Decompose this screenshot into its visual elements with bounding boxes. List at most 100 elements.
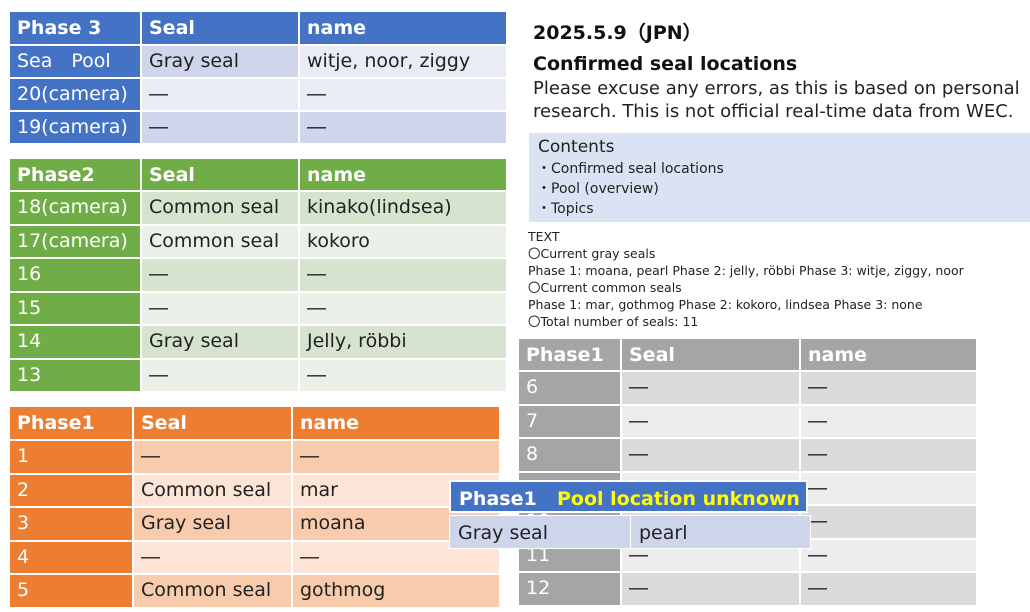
- name-cell: ―: [801, 405, 976, 437]
- location-cell: 3: [10, 508, 132, 540]
- phase2-table: Phase2 Seal name 18(camera) Common seal …: [8, 157, 508, 393]
- text-line: Phase 1: mar, gothmog Phase 2: kokoro, l…: [528, 297, 923, 312]
- name-cell: ―: [300, 112, 506, 143]
- date-heading: 2025.5.9（JPN）: [533, 22, 702, 44]
- contents-title: Contents: [538, 137, 615, 157]
- location-cell: 16: [10, 259, 140, 291]
- table-row: 3 Gray seal moana: [10, 508, 499, 540]
- seal-cell: Common seal: [134, 575, 291, 607]
- table-row: 8 ― ―: [519, 439, 976, 471]
- column-header: Seal: [142, 12, 298, 44]
- name-cell: ―: [801, 506, 976, 538]
- seal-cell: ―: [142, 112, 298, 143]
- popup-name: pearl: [639, 522, 688, 544]
- seal-cell: ―: [134, 441, 291, 473]
- table-row: 5 Common seal gothmog: [10, 575, 499, 607]
- seal-cell: Common seal: [142, 192, 298, 224]
- phase1-table: Phase1 Seal name 1 ― ― 2 Common seal mar…: [8, 405, 501, 609]
- popup-title: Pool location unknown: [557, 488, 800, 510]
- text-line: 〇Current gray seals: [528, 246, 656, 261]
- table-row: 17(camera) Common seal kokoro: [10, 225, 506, 257]
- text-line: 〇Current common seals: [528, 280, 682, 295]
- text-label: TEXT: [528, 229, 560, 244]
- name-cell: ―: [801, 439, 976, 471]
- seal-cell: ―: [142, 359, 298, 391]
- name-cell: Jelly, röbbi: [300, 326, 506, 358]
- table-row: 13 ― ―: [10, 359, 506, 391]
- name-cell: ―: [300, 292, 506, 324]
- location-cell: 13: [10, 359, 140, 391]
- name-cell: ―: [300, 79, 506, 110]
- seal-cell: Common seal: [142, 225, 298, 257]
- seal-cell: ―: [622, 405, 799, 437]
- text-line: Phase 1: moana, pearl Phase 2: jelly, rö…: [528, 263, 964, 278]
- column-header: Phase1: [10, 407, 132, 439]
- seal-cell: ―: [622, 439, 799, 471]
- column-header: Seal: [622, 339, 799, 370]
- location-cell: 1: [10, 441, 132, 473]
- contents-item: Confirmed seal locations: [537, 159, 724, 179]
- name-cell: kinako(lindsea): [300, 192, 506, 224]
- column-header: Phase2: [10, 159, 140, 190]
- column-header: Phase 3: [10, 12, 140, 44]
- table-row: 16 ― ―: [10, 259, 506, 291]
- seal-cell: ―: [142, 79, 298, 110]
- name-cell: witje, noor, ziggy: [300, 46, 506, 77]
- location-cell: 6: [519, 372, 620, 404]
- table-row: 2 Common seal mar: [10, 474, 499, 506]
- name-cell: ―: [300, 359, 506, 391]
- name-cell: kokoro: [300, 225, 506, 257]
- location-cell: 4: [10, 541, 132, 573]
- table-row: 12 ― ―: [519, 573, 976, 605]
- table-header-row: Phase2 Seal name: [10, 159, 506, 190]
- name-cell: ―: [293, 441, 499, 473]
- location-cell: 18(camera): [10, 192, 140, 224]
- location-cell: 7: [519, 405, 620, 437]
- location-cell: 2: [10, 474, 132, 506]
- text-line: 〇Total number of seals: 11: [528, 314, 699, 329]
- seal-cell: ―: [142, 259, 298, 291]
- column-header: Seal: [142, 159, 298, 190]
- disclaimer-note: Please excuse any errors, as this is bas…: [533, 78, 1020, 122]
- seal-cell: Gray seal: [142, 326, 298, 358]
- name-cell: ―: [801, 472, 976, 504]
- contents-box: Contents Confirmed seal locations Pool (…: [529, 133, 1030, 222]
- table-row: 20(camera) ― ―: [10, 79, 506, 110]
- name-cell: ―: [801, 372, 976, 404]
- table-row: Sea Pool Gray seal witje, noor, ziggy: [10, 46, 506, 77]
- popup-phase-label: Phase1: [459, 488, 537, 510]
- seal-cell: Gray seal: [134, 508, 291, 540]
- table-header-row: Phase1 Seal name: [10, 407, 499, 439]
- location-cell: 5: [10, 575, 132, 607]
- contents-item: Topics: [537, 199, 724, 219]
- seal-cell: Gray seal: [142, 46, 298, 77]
- text-block: TEXT 〇Current gray seals Phase 1: moana,…: [528, 228, 964, 330]
- location-cell: 19(camera): [10, 112, 140, 143]
- table-row: 14 Gray seal Jelly, röbbi: [10, 326, 506, 358]
- popup-seal-cell: Gray seal: [449, 515, 631, 549]
- table-row: 6 ― ―: [519, 372, 976, 404]
- seal-cell: ―: [142, 292, 298, 324]
- seal-cell: Common seal: [134, 474, 291, 506]
- location-cell: Sea Pool: [10, 46, 140, 77]
- seal-cell: ―: [622, 372, 799, 404]
- column-header: Seal: [134, 407, 291, 439]
- table-row: 19(camera) ― ―: [10, 112, 506, 143]
- table-row: 7 ― ―: [519, 405, 976, 437]
- contents-item: Pool (overview): [537, 179, 724, 199]
- seal-cell: ―: [134, 541, 291, 573]
- location-cell: 12: [519, 573, 620, 605]
- name-cell: ―: [801, 573, 976, 605]
- table-row: 18(camera) Common seal kinako(lindsea): [10, 192, 506, 224]
- table-row: 1 ― ―: [10, 441, 499, 473]
- popup-name-cell: pearl: [630, 515, 811, 549]
- popup-seal: Gray seal: [458, 522, 548, 544]
- phase1-right-table: Phase1 Seal name 6 ― ― 7 ― ― 8 ― ― 9 ― ―…: [517, 337, 978, 607]
- column-header: name: [801, 339, 976, 370]
- popup-header: Phase1 Pool location unknown: [449, 480, 808, 513]
- table-header-row: Phase 3 Seal name: [10, 12, 506, 44]
- pool-unknown-popup: Phase1 Pool location unknown Gray seal p…: [449, 480, 812, 550]
- column-header: name: [300, 159, 506, 190]
- contents-list: Confirmed seal locations Pool (overview)…: [537, 159, 724, 219]
- table-row: 15 ― ―: [10, 292, 506, 324]
